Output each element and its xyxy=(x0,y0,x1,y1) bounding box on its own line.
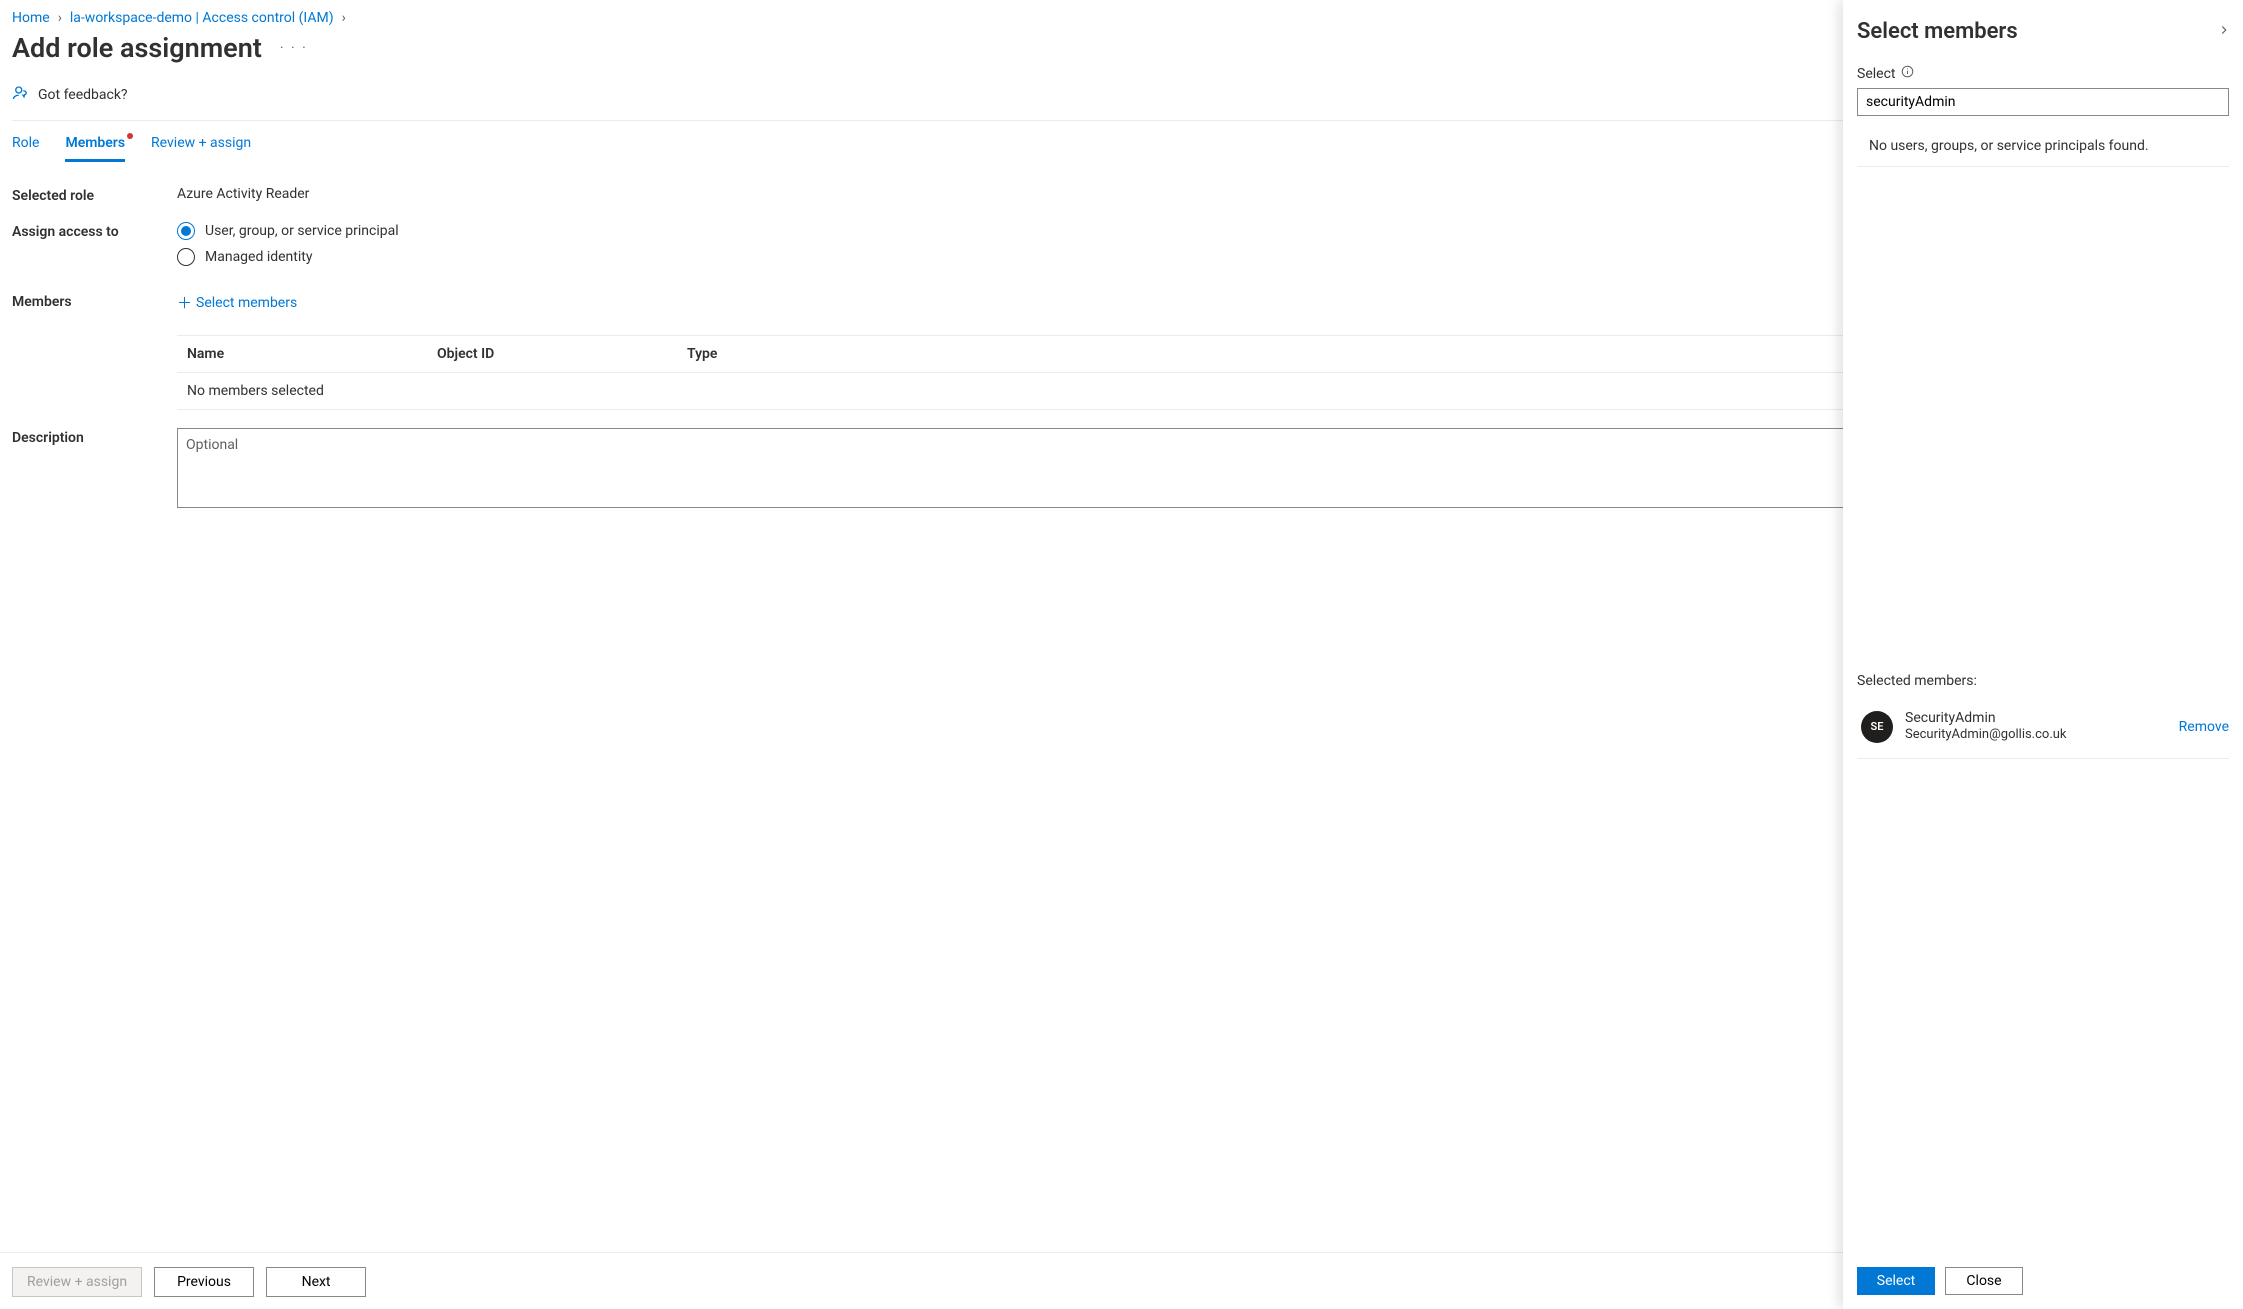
radio-icon xyxy=(177,222,195,240)
required-indicator-icon xyxy=(127,133,133,139)
more-actions-button[interactable]: · · · xyxy=(276,36,312,60)
avatar: SE xyxy=(1861,711,1893,743)
select-members-panel: Select members Select No users, groups, … xyxy=(1843,0,2243,1309)
feedback-label: Got feedback? xyxy=(38,87,128,103)
tab-members-label: Members xyxy=(65,135,125,151)
page-title: Add role assignment xyxy=(12,32,262,64)
radio-icon xyxy=(177,248,195,266)
member-name: SecurityAdmin xyxy=(1905,709,2167,727)
select-label: Select xyxy=(1857,66,1895,82)
description-label: Description xyxy=(12,428,177,512)
column-objectid: Object ID xyxy=(437,346,687,362)
panel-footer: Select Close xyxy=(1843,1255,2243,1309)
chevron-right-icon: › xyxy=(342,10,346,26)
breadcrumb-workspace[interactable]: la-workspace-demo | Access control (IAM) xyxy=(70,10,334,26)
panel-close-button[interactable]: Close xyxy=(1945,1267,2023,1295)
panel-select-button[interactable]: Select xyxy=(1857,1267,1935,1295)
breadcrumb-home[interactable]: Home xyxy=(12,10,50,26)
member-email: SecurityAdmin@gollis.co.uk xyxy=(1905,727,2167,744)
next-button[interactable]: Next xyxy=(266,1267,366,1297)
feedback-icon xyxy=(12,84,30,106)
assign-access-label: Assign access to xyxy=(12,222,177,274)
tab-review-assign[interactable]: Review + assign xyxy=(151,135,251,162)
plus-icon: ＋ xyxy=(177,292,192,313)
tab-role[interactable]: Role xyxy=(12,135,39,162)
panel-title: Select members xyxy=(1857,19,2018,44)
radio-managed-label: Managed identity xyxy=(205,249,312,265)
remove-member-link[interactable]: Remove xyxy=(2179,719,2229,735)
column-name: Name xyxy=(187,346,437,362)
select-members-link-label: Select members xyxy=(196,295,297,311)
info-icon[interactable] xyxy=(1901,65,1914,82)
previous-button[interactable]: Previous xyxy=(154,1267,254,1297)
panel-expand-button[interactable] xyxy=(2213,18,2235,45)
selected-role-label: Selected role xyxy=(12,186,177,204)
member-search-input[interactable] xyxy=(1857,88,2229,116)
no-results-message: No users, groups, or service principals … xyxy=(1857,130,2229,167)
members-label: Members xyxy=(12,292,177,410)
review-assign-button[interactable]: Review + assign xyxy=(12,1267,142,1297)
selected-member-row: SE SecurityAdmin SecurityAdmin@gollis.co… xyxy=(1857,701,2229,759)
chevron-right-icon: › xyxy=(58,10,62,26)
select-members-link[interactable]: ＋ Select members xyxy=(177,292,297,313)
selected-members-heading: Selected members: xyxy=(1857,673,2229,689)
tab-members[interactable]: Members xyxy=(65,135,125,162)
radio-user-label: User, group, or service principal xyxy=(205,223,399,239)
